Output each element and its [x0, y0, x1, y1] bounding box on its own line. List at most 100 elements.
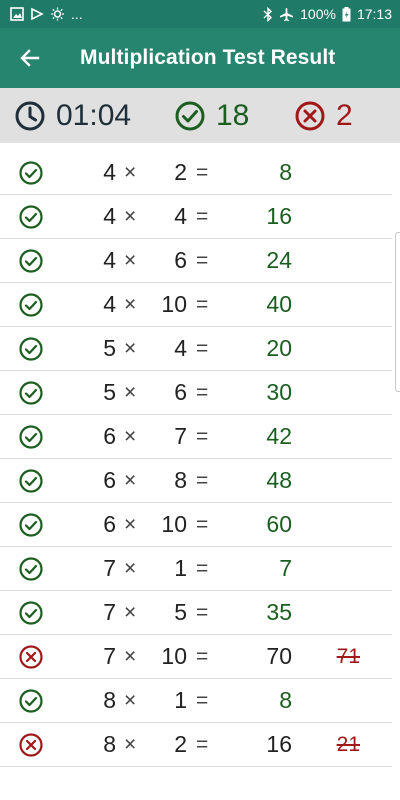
equals-sign: =: [196, 512, 209, 536]
correct-answer: 30: [266, 379, 292, 405]
correct-answer: 24: [266, 247, 292, 273]
equals-sign: =: [196, 380, 209, 404]
factor-b: 4: [174, 335, 187, 361]
status-notifications: ...: [10, 6, 83, 22]
result-row: 6 × 8 = 48: [0, 459, 392, 503]
correct-answer: 42: [266, 423, 292, 449]
factor-a: 8: [103, 731, 116, 757]
correct-answer: 60: [266, 511, 292, 537]
correct-answer: 16: [266, 731, 292, 757]
equals-sign: =: [196, 204, 209, 228]
result-row: 5 × 6 = 30: [0, 371, 392, 415]
check-circle-icon: [175, 101, 205, 130]
result-row: 4 × 4 = 16: [0, 195, 392, 239]
correct-answer: 35: [266, 599, 292, 625]
result-row: 6 × 7 = 42: [0, 415, 392, 459]
result-row: 8 × 1 = 8: [0, 679, 392, 723]
factor-b: 4: [174, 203, 187, 229]
app-bar: Multiplication Test Result: [0, 28, 400, 88]
correct-answer: 16: [266, 203, 292, 229]
factor-a: 7: [103, 643, 116, 669]
factor-a: 4: [103, 247, 116, 273]
factor-b: 5: [174, 599, 187, 625]
times-sign: ×: [124, 732, 137, 756]
factor-b: 7: [174, 423, 187, 449]
user-answer: 21: [336, 732, 360, 756]
elapsed-time: 01:04: [14, 99, 174, 133]
correct-answer: 70: [266, 643, 292, 669]
times-sign: ×: [124, 292, 137, 316]
times-sign: ×: [124, 336, 137, 360]
result-row: 6 × 10 = 60: [0, 503, 392, 547]
factor-a: 6: [103, 511, 116, 537]
factor-a: 8: [103, 687, 116, 713]
factor-a: 6: [103, 467, 116, 493]
result-row: 5 × 4 = 20: [0, 327, 392, 371]
factor-a: 5: [103, 379, 116, 405]
check-circle-icon: [18, 336, 44, 362]
check-circle-icon: [18, 600, 44, 626]
factor-b: 2: [174, 159, 187, 185]
clock: 17:13: [356, 6, 392, 22]
brightness-icon: [51, 7, 64, 21]
back-button[interactable]: [0, 28, 60, 88]
check-circle-icon: [18, 292, 44, 318]
times-sign: ×: [124, 512, 137, 536]
arrow-left-icon: [20, 49, 40, 67]
check-circle-icon: [18, 512, 44, 538]
equals-sign: =: [196, 644, 209, 668]
check-circle-icon: [18, 556, 44, 582]
times-sign: ×: [124, 600, 137, 624]
factor-a: 5: [103, 335, 116, 361]
times-sign: ×: [124, 556, 137, 580]
user-answer: 71: [336, 644, 360, 668]
equals-sign: =: [196, 732, 209, 756]
wrong-count-value: 2: [336, 98, 353, 132]
factor-b: 8: [174, 467, 187, 493]
times-sign: ×: [124, 688, 137, 712]
correct-count: 18: [174, 99, 294, 133]
status-bar: ... 100% 17:13: [0, 0, 400, 28]
factor-a: 4: [103, 159, 116, 185]
times-sign: ×: [124, 380, 137, 404]
equals-sign: =: [196, 468, 209, 492]
gallery-icon: [10, 7, 24, 21]
page-title: Multiplication Test Result: [80, 46, 336, 69]
factor-a: 4: [103, 291, 116, 317]
scroll-handle[interactable]: [395, 232, 400, 392]
correct-answer: 8: [279, 159, 292, 185]
correct-answer: 20: [266, 335, 292, 361]
check-circle-icon: [18, 160, 44, 186]
clock-icon: [15, 101, 45, 130]
more-notifications: ...: [71, 6, 83, 22]
result-list[interactable]: 4 × 2 = 8 4 × 4 = 16 4 × 6 = 24 4 × 10 = 40 5 × 4 = 20 5 × 6 = 30 6 × 7 =…: [0, 151, 392, 767]
equals-sign: =: [196, 600, 209, 624]
factor-b: 10: [161, 291, 187, 317]
times-sign: ×: [124, 468, 137, 492]
equals-sign: =: [196, 424, 209, 448]
equals-sign: =: [196, 248, 209, 272]
times-sign: ×: [124, 204, 137, 228]
x-circle-icon: [18, 644, 44, 670]
x-circle-icon: [18, 732, 44, 758]
factor-a: 7: [103, 555, 116, 581]
equals-sign: =: [196, 292, 209, 316]
status-system: 100% 17:13: [263, 6, 392, 22]
factor-b: 10: [161, 511, 187, 537]
equals-sign: =: [196, 556, 209, 580]
correct-answer: 40: [266, 291, 292, 317]
times-sign: ×: [124, 644, 137, 668]
correct-count-value: 18: [216, 98, 250, 132]
factor-b: 2: [174, 731, 187, 757]
check-circle-icon: [18, 380, 44, 406]
battery-percent: 100%: [300, 6, 336, 22]
factor-a: 6: [103, 423, 116, 449]
factor-b: 1: [174, 687, 187, 713]
correct-answer: 48: [266, 467, 292, 493]
result-row: 7 × 1 = 7: [0, 547, 392, 591]
times-sign: ×: [124, 160, 137, 184]
factor-b: 6: [174, 247, 187, 273]
wrong-count: 2: [294, 99, 353, 133]
elapsed-time-value: 01:04: [56, 98, 132, 132]
factor-a: 7: [103, 599, 116, 625]
